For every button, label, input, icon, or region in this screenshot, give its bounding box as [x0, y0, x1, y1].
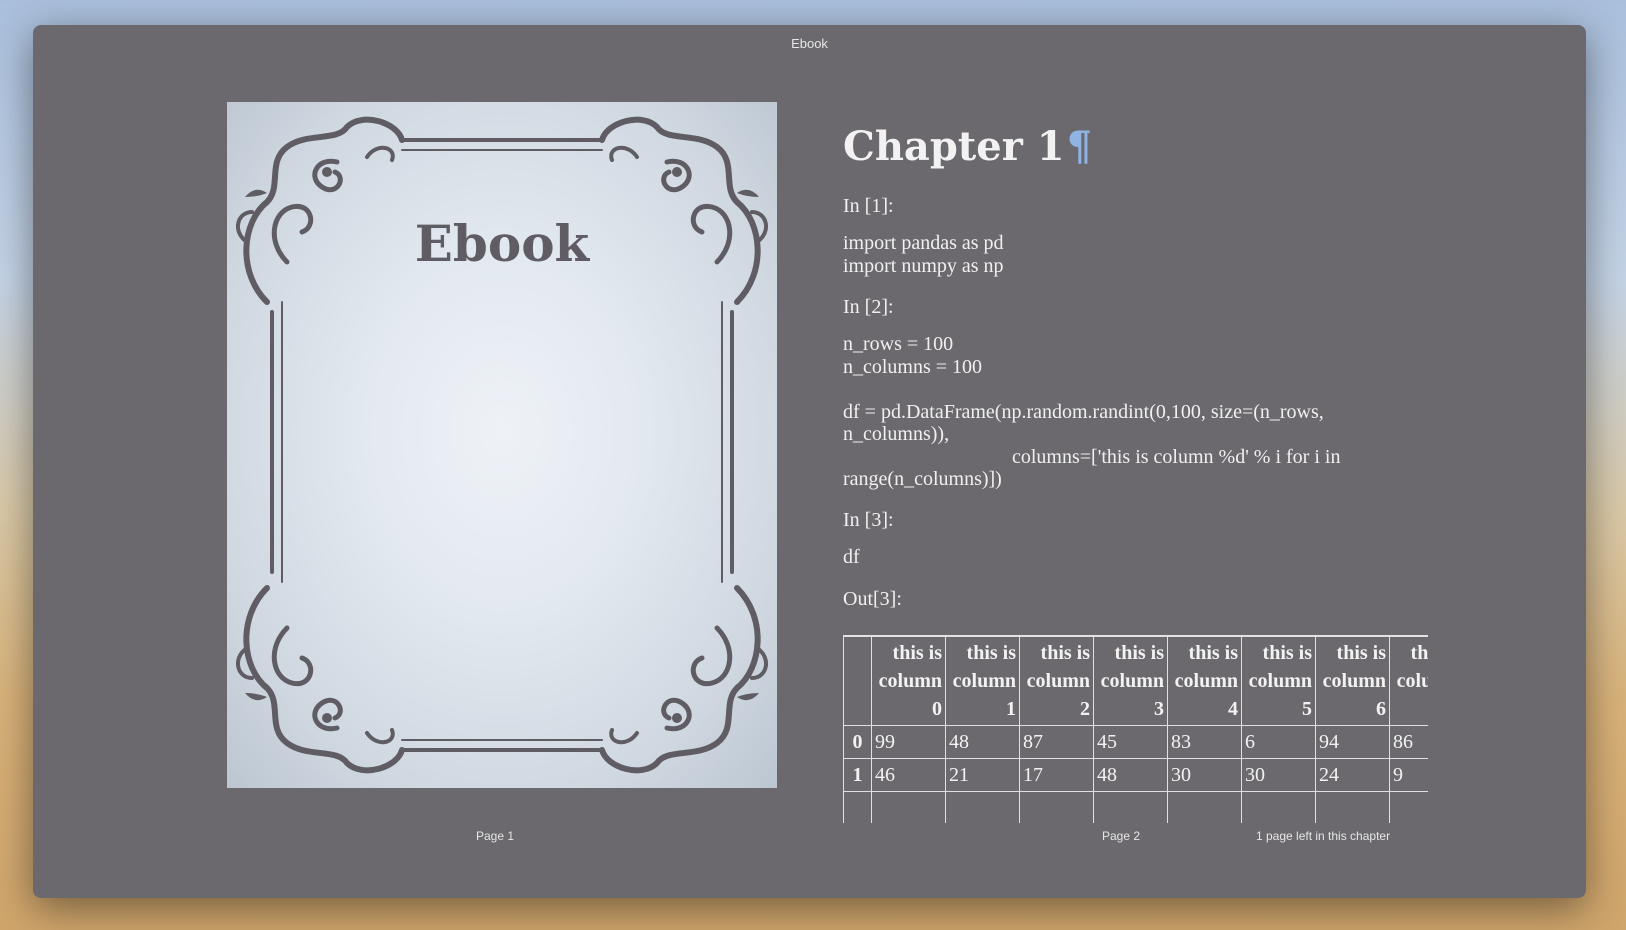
code-line: df	[843, 546, 860, 568]
table-cell	[1019, 791, 1094, 823]
code-line: df = pd.DataFrame(np.random.randint(0,10…	[843, 401, 1324, 423]
table-cell	[1315, 791, 1390, 823]
code-line: n_columns = 100	[843, 356, 983, 378]
table-cell: 24	[1315, 758, 1390, 792]
table-header-row: this is column 0 this is column 1 this is col…	[843, 636, 1428, 726]
column-header: this is column 3	[1093, 636, 1168, 726]
book-cover[interactable]: Ebook	[227, 102, 777, 788]
table-cell: 45	[1093, 725, 1168, 759]
code-line: import pandas as pd	[843, 232, 1004, 254]
dataframe-table-container[interactable]: this is column 0 this is column 1 this is col…	[843, 635, 1428, 823]
row-index: 1	[843, 758, 872, 792]
column-header: this is column 5	[1241, 636, 1316, 726]
table-cell: 48	[945, 725, 1020, 759]
chapter-title: Chapter 1	[843, 123, 1065, 170]
input-prompt-3: In [3]:	[843, 509, 894, 531]
table-cell: 30	[1241, 758, 1316, 792]
table-row: 1 46 21 17 48 30 30 24 9	[843, 758, 1428, 792]
table-cell	[945, 791, 1020, 823]
row-index	[843, 791, 872, 823]
table-cell: 30	[1167, 758, 1242, 792]
index-header	[843, 636, 872, 726]
window-title: Ebook	[791, 36, 828, 51]
column-header: this is column 4	[1167, 636, 1242, 726]
output-prompt-3: Out[3]:	[843, 588, 902, 610]
code-line: n_columns)),	[843, 423, 950, 445]
code-line: n_rows = 100	[843, 333, 954, 355]
table-row: 0 99 48 87 45 83 6 94 86	[843, 725, 1428, 759]
table-cell: 87	[1019, 725, 1094, 759]
table-cell: 99	[871, 725, 946, 759]
page-1-label: Page 1	[476, 829, 515, 843]
input-prompt-2: In [2]:	[843, 296, 894, 318]
table-cell: 21	[945, 758, 1020, 792]
chapter-heading: Chapter 1¶	[843, 123, 1092, 170]
table-cell	[1093, 791, 1168, 823]
table-cell	[871, 791, 946, 823]
code-line: range(n_columns)])	[843, 468, 1002, 490]
table-cell: 48	[1093, 758, 1168, 792]
column-header: this iscolumn7	[1389, 636, 1428, 726]
table-cell	[1241, 791, 1316, 823]
column-header: this is column 6	[1315, 636, 1390, 726]
cover-title: Ebook	[414, 214, 590, 273]
table-cell: 9	[1389, 758, 1428, 792]
dataframe-table: this is column 0 this is column 1 this is col…	[843, 636, 1428, 823]
column-header: this is column 0	[871, 636, 946, 726]
table-cell: 94	[1315, 725, 1390, 759]
table-cell: 46	[871, 758, 946, 792]
table-cell: 6	[1241, 725, 1316, 759]
ebook-window: Ebook Ebook Chapter 1¶ In [1]: import pa…	[33, 25, 1586, 898]
table-cell: 83	[1167, 725, 1242, 759]
table-row	[843, 791, 1428, 823]
code-line: import numpy as np	[843, 255, 1004, 277]
input-prompt-1: In [1]:	[843, 195, 894, 217]
table-cell	[1167, 791, 1242, 823]
cover-ornament-frame	[236, 116, 768, 774]
pages-remaining-label: 1 page left in this chapter	[1256, 829, 1391, 843]
table-cell: 86	[1389, 725, 1428, 759]
code-line: columns=['this is column %d' % i for i i…	[1012, 446, 1341, 468]
pilcrow-anchor-link[interactable]: ¶	[1067, 123, 1092, 170]
column-header: this is column 2	[1019, 636, 1094, 726]
page-2-label: Page 2	[1102, 829, 1141, 843]
table-cell	[1389, 791, 1428, 823]
row-index: 0	[843, 725, 872, 759]
table-cell: 17	[1019, 758, 1094, 792]
column-header: this is column 1	[945, 636, 1020, 726]
